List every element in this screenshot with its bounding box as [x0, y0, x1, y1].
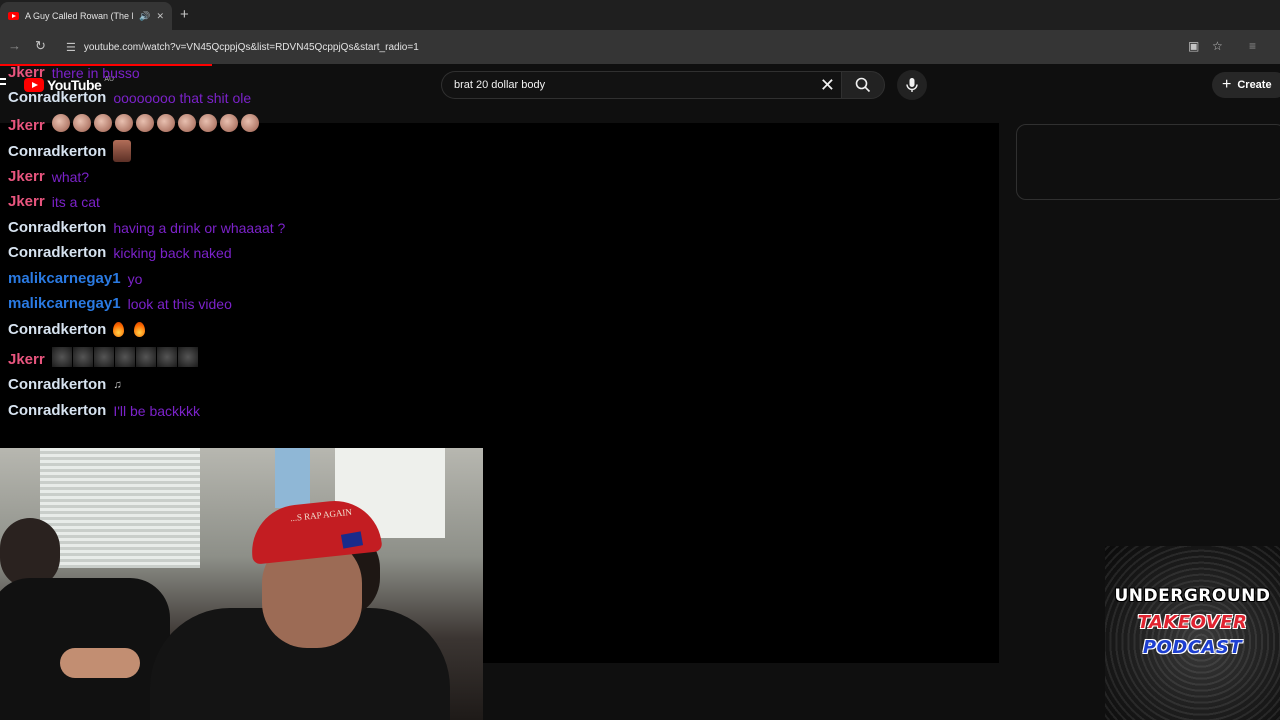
- chat-message: Conradkerton ♫: [8, 376, 125, 393]
- screen: A Guy Called Rowan (The D 🔊 ✕ + → ↻ ☰ yo…: [0, 0, 1280, 720]
- chat-username: malikcarnegay1: [8, 270, 121, 287]
- chat-username: Conradkerton: [8, 89, 107, 106]
- forward-icon[interactable]: →: [8, 38, 21, 53]
- address-bar[interactable]: ☰ youtube.com/watch?v=VN45QcppjQs&list=R…: [58, 35, 1238, 59]
- face-emote-icon: [51, 347, 72, 367]
- cat-emote-icon: [219, 114, 238, 132]
- close-tab-icon[interactable]: ✕: [156, 11, 164, 22]
- face-emote-icon: [113, 140, 132, 162]
- address-url[interactable]: youtube.com/watch?v=VN45QcppjQs&list=RDV…: [84, 42, 419, 53]
- chat-text: there in busso: [51, 64, 140, 81]
- site-settings-icon[interactable]: ☰: [66, 41, 76, 54]
- cat-emote-icon: [93, 114, 112, 132]
- chat-message: Jkerr there in busso: [8, 64, 140, 81]
- reload-icon[interactable]: ↻: [35, 38, 46, 54]
- media-controls-icon[interactable]: ≡: [1249, 39, 1256, 53]
- chat-message: Jkerr what?: [8, 168, 89, 185]
- wall-poster: [275, 448, 310, 508]
- chat-username: Jkerr: [8, 351, 45, 368]
- cat-emote-icon: [135, 114, 154, 132]
- chat-message: Jkerr: [8, 114, 262, 137]
- install-app-icon[interactable]: ▣: [1188, 39, 1199, 53]
- chat-username: Conradkerton: [8, 321, 107, 338]
- chat-username: Conradkerton: [8, 219, 107, 236]
- cat-emote-row: [51, 114, 262, 137]
- dark-emote-row: [51, 347, 199, 372]
- cat-emote-icon: [156, 114, 175, 132]
- chat-message: Conradkerton oooooooo that shit ole: [8, 89, 251, 106]
- chat-message: Conradkerton I'll be backkkk: [8, 402, 200, 419]
- cat-emote-icon: [240, 114, 259, 132]
- new-tab-button[interactable]: +: [180, 6, 189, 24]
- create-label: Create: [1237, 79, 1272, 91]
- cat-emote-icon: [72, 114, 91, 132]
- person-left-arm: [60, 648, 140, 678]
- chat-message: Conradkerton: [8, 321, 155, 338]
- chat-username: Jkerr: [8, 64, 45, 81]
- chat-username: Conradkerton: [8, 376, 107, 393]
- chat-username: Conradkerton: [8, 244, 107, 261]
- chat-message: Conradkerton kicking back naked: [8, 244, 232, 261]
- podcast-logo: UNDERGROUND TAKEOVER PODCAST: [1105, 546, 1280, 720]
- browser-tab-strip: A Guy Called Rowan (The D 🔊 ✕ +: [0, 0, 1280, 30]
- chat-message: Jkerr its a cat: [8, 193, 100, 210]
- emote-icon: ♫: [113, 378, 122, 391]
- microphone-icon: [906, 78, 918, 92]
- chat-username: malikcarnegay1: [8, 295, 121, 312]
- chat-message: malikcarnegay1 yo: [8, 270, 142, 287]
- voice-search-button[interactable]: [897, 70, 927, 100]
- search-icon: [855, 77, 871, 93]
- plus-icon: +: [1222, 76, 1232, 93]
- chat-text: I'll be backkkk: [113, 402, 201, 419]
- search-button[interactable]: [841, 71, 885, 99]
- chat-text: its a cat: [51, 193, 100, 210]
- chat-username: Conradkerton: [8, 142, 107, 160]
- tab-title: A Guy Called Rowan (The D: [25, 11, 134, 21]
- cat-emote-icon: [114, 114, 133, 132]
- chat-username: Jkerr: [8, 168, 45, 185]
- webcam-feed: ...S RAP AGAIN: [0, 448, 483, 720]
- chat-text: look at this video: [127, 295, 232, 312]
- search-input[interactable]: brat 20 dollar body ✕: [441, 71, 841, 99]
- chat-message: Conradkerton: [8, 140, 132, 162]
- chat-username: Jkerr: [8, 193, 45, 210]
- clear-search-icon[interactable]: ✕: [820, 76, 835, 94]
- cat-emote-icon: [177, 114, 196, 132]
- face-emote-icon: [135, 347, 156, 367]
- face-emote-icon: [156, 347, 177, 367]
- chat-text: yo: [127, 270, 143, 287]
- youtube-favicon-icon: [8, 12, 19, 20]
- podcast-logo-line3: PODCAST: [1142, 637, 1243, 658]
- menu-icon[interactable]: [0, 78, 6, 90]
- chat-message: Jkerr: [8, 347, 199, 372]
- chat-username: Jkerr: [8, 117, 45, 134]
- chat-text: kicking back naked: [113, 244, 232, 261]
- face-emote-icon: [93, 347, 114, 367]
- chat-text: having a drink or whaaaat ?: [113, 219, 286, 236]
- fire-icon: [113, 322, 125, 337]
- window-blinds: [40, 448, 200, 568]
- face-emote-icon: [72, 347, 93, 367]
- chat-text: oooooooo that shit ole: [113, 89, 252, 106]
- face-emote-icon: [177, 347, 198, 367]
- search-query[interactable]: brat 20 dollar body: [454, 79, 820, 91]
- podcast-logo-line1: UNDERGROUND: [1114, 586, 1271, 606]
- chat-message: malikcarnegay1 look at this video: [8, 295, 232, 312]
- chat-username: Conradkerton: [8, 402, 107, 419]
- cat-emote-icon: [51, 114, 70, 132]
- podcast-logo-line2: TAKEOVER: [1137, 612, 1248, 633]
- cat-emote-icon: [198, 114, 217, 132]
- sidebar-card: [1016, 124, 1280, 200]
- browser-tab[interactable]: A Guy Called Rowan (The D 🔊 ✕: [0, 2, 172, 30]
- fire-icon: [134, 322, 146, 337]
- chat-message: Conradkerton having a drink or whaaaat ?: [8, 219, 285, 236]
- face-emote-icon: [114, 347, 135, 367]
- create-button[interactable]: + Create: [1212, 72, 1280, 98]
- bookmark-star-icon[interactable]: ☆: [1212, 39, 1223, 53]
- chat-text: what?: [51, 168, 90, 185]
- speaker-icon[interactable]: 🔊: [139, 11, 150, 22]
